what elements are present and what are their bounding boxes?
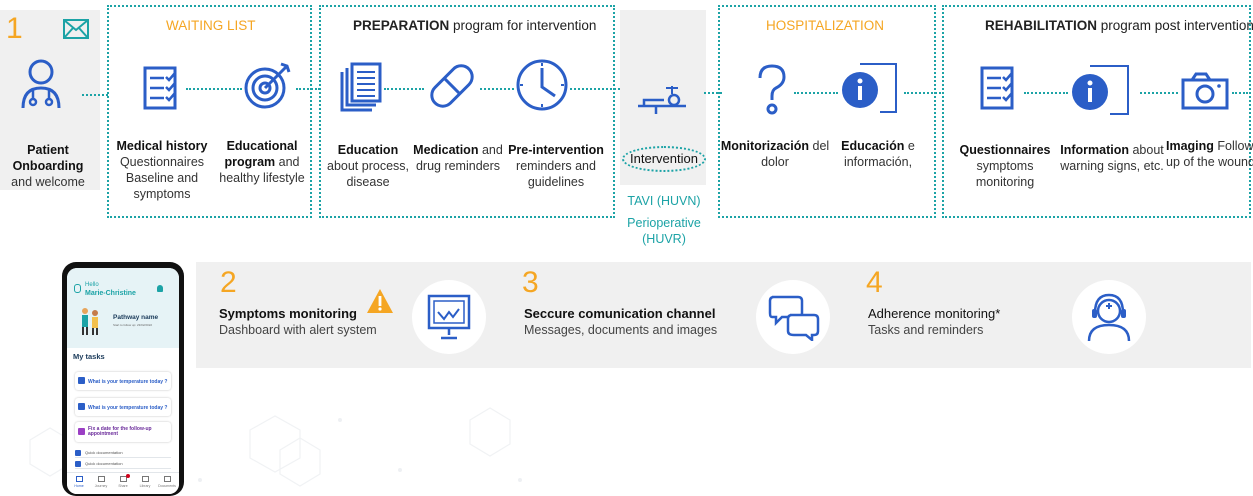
perioperative-label: Perioperative (HUVR)	[627, 216, 701, 246]
phone-pathway-illustration	[79, 306, 101, 336]
monitorizacion-label: Monitorización del dolor	[720, 139, 830, 169]
nav-home-tab[interactable]: Home	[69, 476, 89, 488]
communication-subtitle: Messages, documents and images	[524, 323, 718, 337]
nav-documents-tab[interactable]: Documents	[157, 476, 177, 488]
phone-bell-icon[interactable]	[157, 285, 163, 292]
doc-icon	[75, 450, 81, 456]
connector	[296, 88, 320, 90]
nurse-headset-icon	[1085, 291, 1133, 343]
hospitalization-box	[718, 5, 936, 218]
adherence-title: Adherence monitoring*	[868, 306, 1001, 321]
connector	[794, 92, 838, 94]
intervention-label: Intervention	[630, 151, 698, 166]
imaging-label: Imaging Follow up of the wound	[1166, 139, 1253, 169]
phone-doc-item[interactable]: Quick documentation	[75, 460, 171, 469]
doc-icon	[75, 461, 81, 467]
communication-title: Seccure comunication channel	[524, 306, 716, 321]
educacion-label: Educación e información,	[841, 139, 915, 169]
task-checkbox-icon	[78, 403, 85, 410]
phone-task-item[interactable]: What is your temperature today ?	[75, 398, 171, 416]
pre-intervention-label: Pre-intervention reminders and guideline…	[508, 143, 604, 189]
target-icon	[243, 60, 293, 110]
camera-icon	[1180, 72, 1230, 110]
education-process-label: Education about process, disease	[327, 143, 409, 189]
nav-journey-tab[interactable]: Journey	[91, 476, 111, 488]
step-number-2: 2	[220, 266, 237, 299]
information-label: Information about warning signs, etc.	[1060, 143, 1164, 173]
medication-label: Medication and drug reminders	[413, 143, 503, 173]
documents-icon	[338, 62, 382, 112]
step-number-4: 4	[866, 266, 883, 299]
connector	[82, 94, 108, 96]
symptoms-monitoring-subtitle: Dashboard with alert system	[219, 323, 377, 337]
info-icon	[1070, 62, 1132, 118]
question-icon	[752, 62, 792, 116]
phone-task-item[interactable]: What is your temperature today ?	[75, 372, 171, 390]
adherence-subtitle: Tasks and reminders	[868, 323, 984, 337]
rehabilitation-title: REHABILITATION program post intervention	[985, 18, 1253, 33]
phone-screen: Hello Marie-Christine Pathway name Start…	[67, 268, 179, 494]
connector	[1024, 92, 1068, 94]
checklist-icon	[142, 66, 184, 110]
hospitalization-title: HOSPITALIZATION	[766, 18, 885, 33]
connector	[570, 88, 620, 90]
phone-user-icon	[74, 284, 81, 293]
symptoms-monitoring-title: Symptoms monitoring	[219, 306, 357, 321]
step-number-3: 3	[522, 266, 539, 299]
medical-history-label: Medical history Questionnaires Baseline …	[116, 139, 208, 201]
monitor-alert-icon	[426, 293, 472, 341]
nav-share-tab[interactable]: Share	[113, 474, 133, 488]
phone-doc-item[interactable]: Quick documentation	[75, 449, 171, 458]
educational-program-label: Educational program and healthy lifestyl…	[219, 139, 305, 185]
connector	[1140, 92, 1178, 94]
connector	[1232, 92, 1248, 94]
warning-icon	[366, 288, 394, 314]
envelope-icon	[62, 18, 90, 40]
checklist-icon	[979, 66, 1021, 110]
phone-task-item[interactable]: Fix a date for the follow-up appointment	[75, 422, 171, 442]
patient-onboarding-label: Patient Onboarding and welcome	[11, 143, 85, 189]
task-calendar-icon	[78, 428, 85, 435]
phone-greeting: Hello	[85, 282, 99, 288]
tavi-label: TAVI (HUVN)	[627, 194, 701, 208]
clock-icon	[515, 58, 569, 112]
connector	[384, 88, 424, 90]
phone-pathway-sub: Start to follow up: 23/02/2022	[113, 323, 153, 327]
info-icon	[840, 60, 902, 116]
waiting-list-title: WAITING LIST	[166, 18, 256, 33]
phone-pathway-title: Pathway name	[113, 314, 159, 321]
doctor-icon	[18, 58, 64, 110]
phone-user-name: Marie-Christine	[85, 290, 136, 297]
connector	[480, 88, 514, 90]
surgery-bed-icon	[634, 82, 690, 116]
phone-tasks-title: My tasks	[73, 352, 105, 361]
task-checkbox-icon	[78, 377, 85, 384]
questionnaires-label: Questionnaires symptoms monitoring	[959, 143, 1051, 189]
connector	[904, 92, 944, 94]
connector	[186, 88, 242, 90]
preparation-title: PREPARATION program for intervention	[353, 18, 597, 33]
chat-bubbles-icon	[768, 293, 820, 341]
pill-icon	[426, 60, 478, 112]
nav-library-tab[interactable]: Library	[135, 476, 155, 488]
phone-bottom-nav: Home Journey Share Library Documents	[67, 472, 179, 494]
step-number-1: 1	[6, 12, 23, 45]
